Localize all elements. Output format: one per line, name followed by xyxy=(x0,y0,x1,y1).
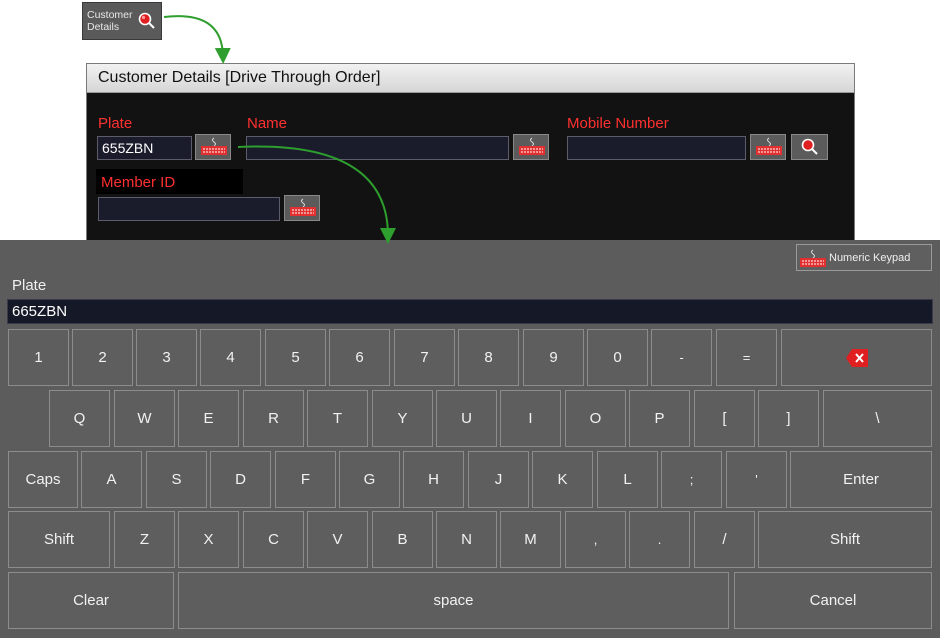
key-5[interactable]: 5 xyxy=(265,329,326,386)
key-e[interactable]: E xyxy=(178,390,239,447)
key-shift[interactable]: Shift xyxy=(8,511,110,568)
keyboard-text-input[interactable]: 665ZBN xyxy=(7,299,933,324)
key-w[interactable]: W xyxy=(114,390,175,447)
key-sym39[interactable]: ' xyxy=(726,451,787,508)
key-j[interactable]: J xyxy=(468,451,529,508)
key-s[interactable]: S xyxy=(146,451,207,508)
search-icon xyxy=(138,12,156,35)
key-b[interactable]: B xyxy=(372,511,433,568)
key-0[interactable]: 0 xyxy=(587,329,648,386)
key-sym61[interactable]: = xyxy=(716,329,777,386)
key-cancel[interactable]: Cancel xyxy=(734,572,932,629)
launcher-label: Customer Details xyxy=(87,9,133,33)
keyboard-field-label: Plate xyxy=(12,277,47,294)
key-v[interactable]: V xyxy=(307,511,368,568)
name-input[interactable] xyxy=(246,136,509,160)
key-t[interactable]: T xyxy=(307,390,368,447)
key-7[interactable]: 7 xyxy=(394,329,455,386)
name-keyboard-button[interactable] xyxy=(513,134,549,160)
key-sym93[interactable]: ] xyxy=(758,390,819,447)
mobile-number-label: Mobile Number xyxy=(567,115,669,132)
plate-input[interactable]: 655ZBN xyxy=(97,136,192,160)
key-4[interactable]: 4 xyxy=(200,329,261,386)
customer-details-window: Customer Details [Drive Through Order] P… xyxy=(86,63,855,248)
key-u[interactable]: U xyxy=(436,390,497,447)
key-sym91[interactable]: [ xyxy=(694,390,755,447)
key-8[interactable]: 8 xyxy=(458,329,519,386)
customer-details-launcher-button[interactable]: Customer Details xyxy=(82,2,162,40)
key-sym44[interactable]: , xyxy=(565,511,626,568)
key-d[interactable]: D xyxy=(210,451,271,508)
key-enter[interactable]: Enter xyxy=(790,451,932,508)
key-f[interactable]: F xyxy=(275,451,336,508)
key-o[interactable]: O xyxy=(565,390,626,447)
arrow-launcher-to-window xyxy=(163,15,231,64)
mobile-keyboard-button[interactable] xyxy=(750,134,786,160)
plate-keyboard-button[interactable] xyxy=(195,134,231,160)
key-sym47[interactable]: / xyxy=(694,511,755,568)
key-y[interactable]: Y xyxy=(372,390,433,447)
mobile-search-button[interactable] xyxy=(791,134,828,160)
key-g[interactable]: G xyxy=(339,451,400,508)
key-1[interactable]: 1 xyxy=(8,329,69,386)
key-sym92[interactable]: \ xyxy=(823,390,932,447)
key-c[interactable]: C xyxy=(243,511,304,568)
key-a[interactable]: A xyxy=(81,451,142,508)
window-title-bar: Customer Details [Drive Through Order] xyxy=(87,64,854,93)
key-p[interactable]: P xyxy=(629,390,690,447)
mobile-number-input[interactable] xyxy=(567,136,746,160)
key-6[interactable]: 6 xyxy=(329,329,390,386)
name-label: Name xyxy=(247,115,288,132)
key-shift[interactable]: Shift xyxy=(758,511,932,568)
key-9[interactable]: 9 xyxy=(523,329,584,386)
member-keyboard-button[interactable] xyxy=(284,195,320,221)
key-m[interactable]: M xyxy=(500,511,561,568)
key-k[interactable]: K xyxy=(532,451,593,508)
key-2[interactable]: 2 xyxy=(72,329,133,386)
key-space[interactable]: space xyxy=(178,572,729,629)
plate-label: Plate xyxy=(98,115,133,132)
key-q[interactable]: Q xyxy=(49,390,110,447)
key-i[interactable]: I xyxy=(500,390,561,447)
key-h[interactable]: H xyxy=(403,451,464,508)
backspace-key[interactable] xyxy=(781,329,932,386)
key-n[interactable]: N xyxy=(436,511,497,568)
window-title: Customer Details [Drive Through Order] xyxy=(98,69,381,86)
key-sym45[interactable]: - xyxy=(651,329,712,386)
key-sym59[interactable]: ; xyxy=(661,451,722,508)
backspace-icon xyxy=(845,348,868,367)
onscreen-keyboard-panel: Numeric Keypad Plate 665ZBN 1 2 3 4 5 6 7 8 9 0- =… xyxy=(0,240,940,638)
member-id-label: Member ID xyxy=(101,174,176,191)
key-3[interactable]: 3 xyxy=(136,329,197,386)
key-sym46[interactable]: . xyxy=(629,511,690,568)
key-z[interactable]: Z xyxy=(114,511,175,568)
key-caps[interactable]: Caps xyxy=(8,451,78,508)
key-x[interactable]: X xyxy=(178,511,239,568)
numeric-keypad-button[interactable]: Numeric Keypad xyxy=(796,244,932,271)
key-r[interactable]: R xyxy=(243,390,304,447)
key-clear[interactable]: Clear xyxy=(8,572,174,629)
numeric-keypad-label: Numeric Keypad xyxy=(829,252,911,264)
key-l[interactable]: L xyxy=(597,451,658,508)
member-id-input[interactable] xyxy=(98,197,280,221)
